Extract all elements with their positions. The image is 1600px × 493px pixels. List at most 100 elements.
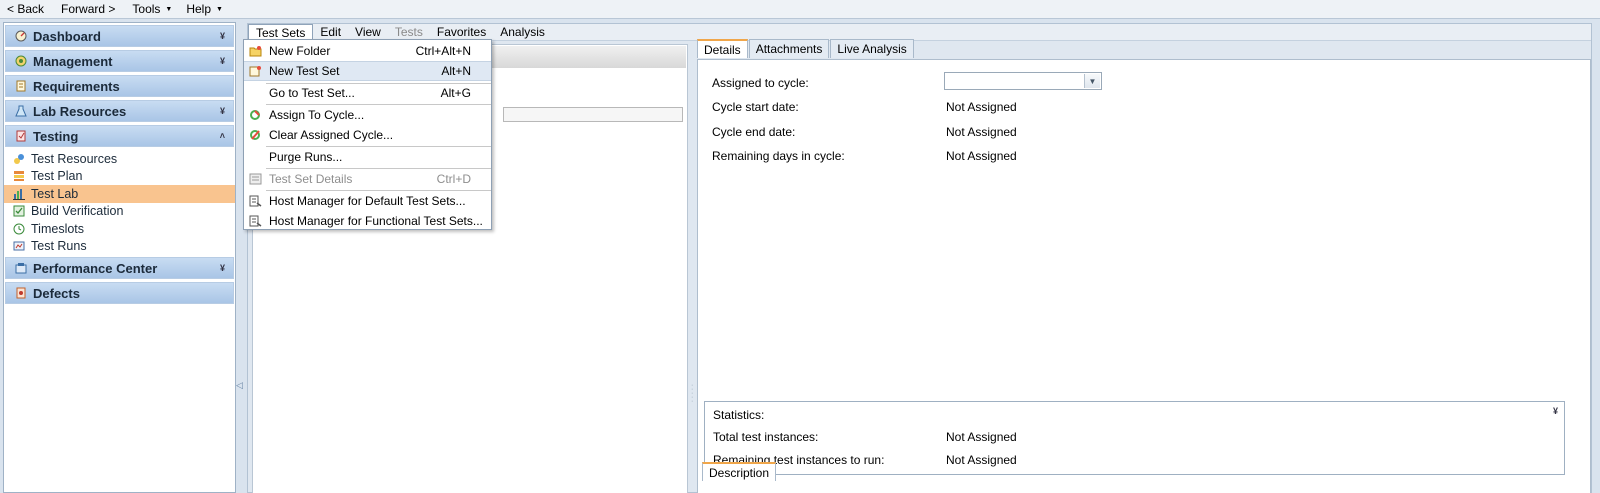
- test-lab-icon: [12, 187, 25, 200]
- sidebar-group-testing[interactable]: Testing ˄: [5, 125, 234, 147]
- menu-item-label: Purge Runs...: [269, 150, 343, 164]
- host-manager-icon: [248, 214, 262, 228]
- sidebar-item-label: Timeslots: [31, 221, 85, 236]
- sidebar-group-label: Testing: [33, 128, 79, 144]
- sidebar-item-label: Build Verification: [31, 204, 124, 219]
- menu-edit[interactable]: Edit: [313, 24, 348, 41]
- tools-label: Tools: [132, 2, 161, 16]
- chevron-double-down-icon[interactable]: ¥: [1553, 406, 1558, 416]
- menu-item-label: Host Manager for Default Test Sets...: [269, 194, 466, 208]
- menu-item-label: New Folder: [269, 44, 331, 58]
- menu-item-label: Clear Assigned Cycle...: [269, 128, 394, 142]
- menu-item-purge-runs[interactable]: Purge Runs...: [244, 147, 491, 167]
- back-label: < Back: [7, 2, 45, 16]
- menu-favorites[interactable]: Favorites: [430, 24, 493, 41]
- management-icon: [14, 55, 27, 68]
- timeslots-icon: [12, 222, 25, 235]
- sidebar-item-build-verification[interactable]: Build Verification: [4, 203, 235, 221]
- filter-field[interactable]: [503, 107, 683, 122]
- new-folder-icon: [248, 44, 262, 58]
- menu-item-label: Host Manager for Functional Test Sets...: [269, 214, 483, 228]
- field-value: Not Assigned: [946, 100, 1017, 114]
- tab-description[interactable]: Description: [702, 462, 777, 481]
- test-runs-icon: [12, 240, 25, 253]
- sidebar-group-label: Defects: [33, 285, 80, 301]
- statistics-panel: Statistics: ¥ Total test instances: Not …: [704, 401, 1565, 475]
- menu-item-test-set-details[interactable]: Test Set Details Ctrl+D: [244, 169, 491, 189]
- forward-label: Forward >: [61, 2, 116, 16]
- field-label: Remaining days in cycle:: [712, 149, 845, 163]
- assigned-cycle-select[interactable]: ▼: [944, 72, 1102, 90]
- sidebar-group-dashboard[interactable]: Dashboard ¥: [5, 25, 234, 47]
- menu-item-label: Assign To Cycle...: [269, 108, 365, 122]
- tab-attachments[interactable]: Attachments: [748, 39, 830, 58]
- menu-item-label: Test Set Details: [269, 172, 353, 186]
- tab-details[interactable]: Details: [697, 39, 748, 58]
- performance-center-icon: [14, 262, 27, 275]
- field-label: Cycle start date:: [712, 100, 799, 114]
- stat-value: Not Assigned: [946, 430, 1017, 444]
- sidebar-item-test-lab[interactable]: Test Lab: [4, 185, 235, 203]
- field-label: Cycle end date:: [712, 125, 796, 139]
- sidebar-group-defects[interactable]: Defects: [5, 282, 234, 304]
- field-value: Not Assigned: [946, 125, 1017, 139]
- test-plan-icon: [12, 170, 25, 183]
- chevron-double-down-icon[interactable]: ¥: [220, 106, 225, 116]
- help-menu[interactable]: Help ▼: [179, 2, 230, 16]
- help-label: Help: [186, 2, 212, 16]
- back-button[interactable]: < Back: [0, 2, 51, 16]
- caret-down-icon: ▼: [165, 5, 173, 13]
- dropdown-arrow-icon[interactable]: ▼: [1084, 74, 1100, 88]
- sidebar-group-label: Dashboard: [33, 28, 101, 44]
- menu-item-host-manager-default[interactable]: Host Manager for Default Test Sets...: [244, 191, 491, 211]
- stat-label: Total test instances:: [713, 430, 819, 444]
- forward-button[interactable]: Forward >: [51, 2, 122, 16]
- menu-item-new-test-set[interactable]: New Test Set Alt+N: [244, 61, 491, 81]
- menu-item-shortcut: Ctrl+D: [436, 172, 471, 186]
- menu-tests[interactable]: Tests: [388, 24, 430, 41]
- sidebar-item-test-resources[interactable]: Test Resources: [4, 150, 235, 168]
- sidebar-group-label: Requirements: [33, 78, 120, 94]
- menu-item-shortcut: Alt+N: [441, 64, 471, 78]
- chevron-double-down-icon[interactable]: ¥: [220, 56, 225, 66]
- menu-item-label: New Test Set: [269, 64, 340, 78]
- new-test-set-icon: [248, 64, 262, 78]
- sidebar-collapse-handle[interactable]: ◁: [236, 380, 243, 391]
- sidebar-group-label: Lab Resources: [33, 103, 127, 119]
- menu-item-host-manager-functional[interactable]: Host Manager for Functional Test Sets...: [244, 211, 491, 231]
- pane-splitter[interactable]: · · · · ·: [691, 382, 694, 405]
- chevron-double-down-icon[interactable]: ¥: [220, 263, 225, 273]
- sidebar-item-test-runs[interactable]: Test Runs: [4, 238, 235, 256]
- caret-down-icon: ▼: [216, 5, 223, 13]
- sidebar-item-label: Test Plan: [31, 169, 83, 184]
- stat-value: Not Assigned: [946, 453, 1017, 467]
- sidebar-item-timeslots[interactable]: Timeslots: [4, 220, 235, 238]
- test-set-details-icon: [248, 172, 262, 186]
- sidebar-group-requirements[interactable]: Requirements: [5, 75, 234, 97]
- sidebar: Dashboard ¥ Management ¥ Requirements La…: [3, 22, 236, 493]
- assign-cycle-icon: [248, 108, 262, 122]
- sidebar-group-performance-center[interactable]: Performance Center ¥: [5, 257, 234, 279]
- menu-item-go-to-test-set[interactable]: Go to Test Set... Alt+G: [244, 83, 491, 103]
- sidebar-group-management[interactable]: Management ¥: [5, 50, 234, 72]
- sidebar-item-test-plan[interactable]: Test Plan: [4, 168, 235, 186]
- menu-item-clear-assigned-cycle[interactable]: Clear Assigned Cycle...: [244, 125, 491, 145]
- menu-test-sets[interactable]: Test Sets: [248, 23, 314, 41]
- menu-item-new-folder[interactable]: New Folder Ctrl+Alt+N: [244, 41, 491, 61]
- top-toolbar: < Back Forward > Tools ▼ Help ▼: [0, 0, 1600, 19]
- tab-live-analysis[interactable]: Live Analysis: [830, 39, 914, 58]
- menu-analysis[interactable]: Analysis: [493, 24, 552, 41]
- menu-view[interactable]: View: [348, 24, 388, 41]
- menu-item-assign-to-cycle[interactable]: Assign To Cycle...: [244, 105, 491, 125]
- sidebar-group-lab-resources[interactable]: Lab Resources ¥: [5, 100, 234, 122]
- chevron-double-down-icon[interactable]: ¥: [220, 31, 225, 41]
- sidebar-item-label: Test Resources: [31, 151, 118, 166]
- sidebar-group-label: Performance Center: [33, 260, 158, 276]
- field-value: Not Assigned: [946, 149, 1017, 163]
- sidebar-item-label: Test Runs: [31, 239, 87, 254]
- requirements-icon: [14, 80, 27, 93]
- test-sets-dropdown-menu: New Folder Ctrl+Alt+N New Test Set Alt+N…: [243, 39, 492, 230]
- chevron-double-up-icon[interactable]: ˄: [220, 131, 225, 141]
- tools-menu[interactable]: Tools ▼: [122, 2, 179, 16]
- build-verification-icon: [12, 205, 25, 218]
